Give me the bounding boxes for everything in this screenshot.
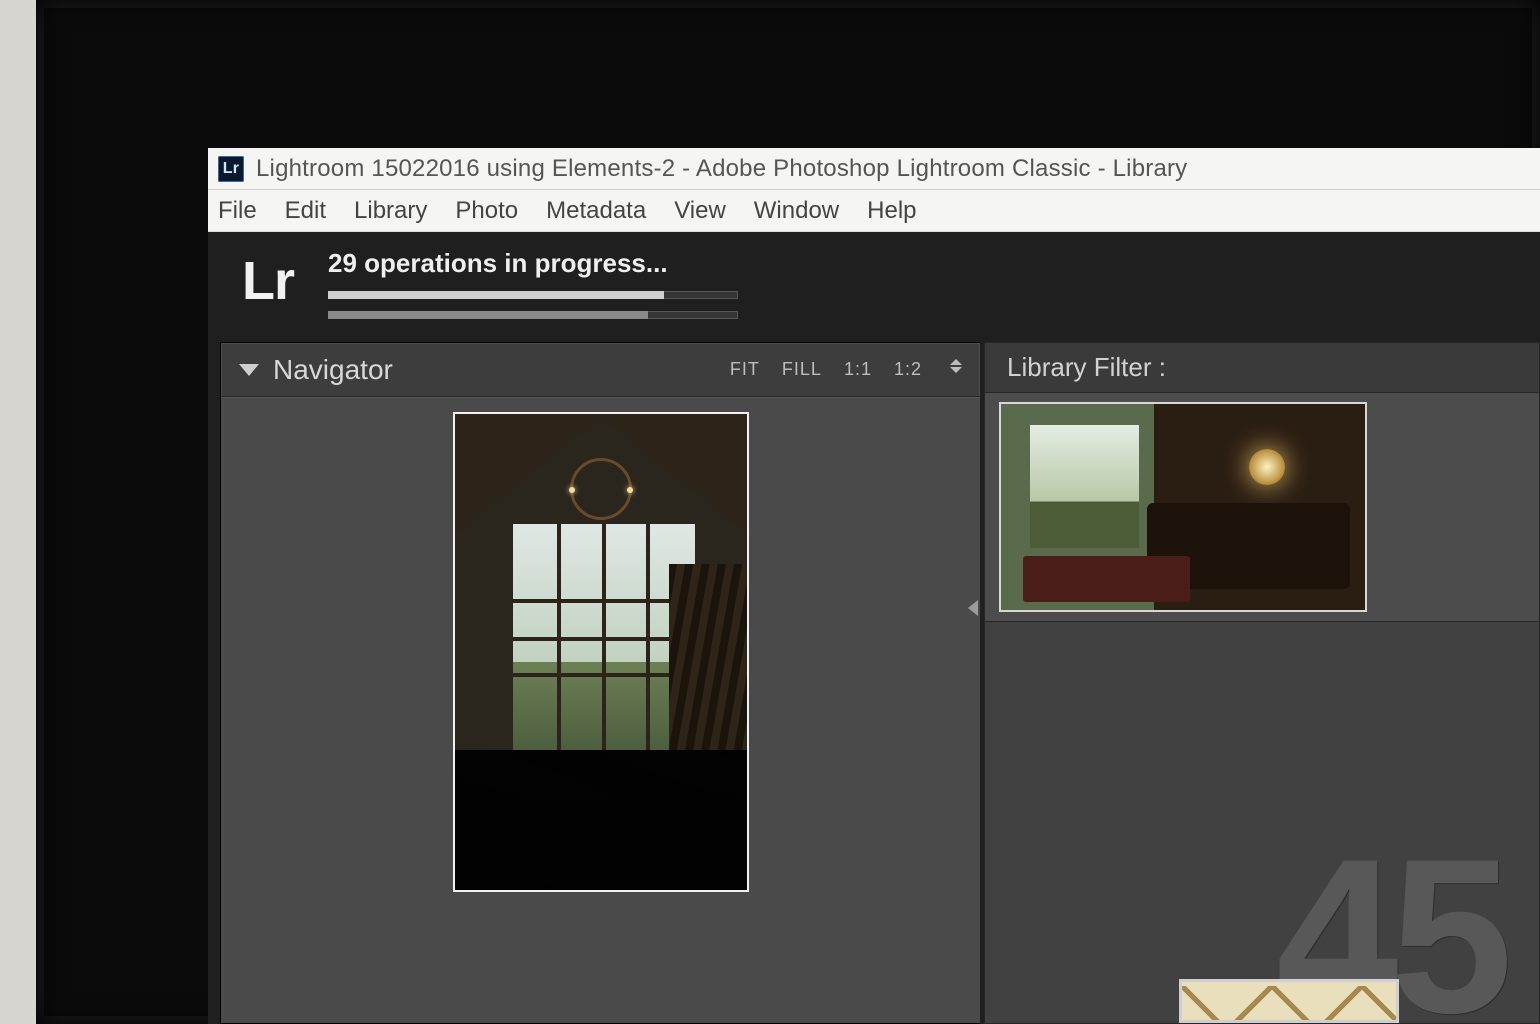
screen-area: Lr Lightroom 15022016 using Elements-2 -… <box>208 148 1540 1024</box>
library-filter-header[interactable]: Library Filter : <box>984 342 1540 392</box>
panel-collapse-left-icon[interactable] <box>966 598 980 618</box>
content-column: Library Filter : 45 <box>984 342 1540 1024</box>
zoom-controls: FIT FILL 1:1 1:2 <box>730 359 962 380</box>
menu-help[interactable]: Help <box>867 197 916 225</box>
progress-area: 29 operations in progress... <box>328 248 738 319</box>
panels-row: Navigator FIT FILL 1:1 1:2 <box>208 338 1540 1024</box>
menu-window[interactable]: Window <box>754 197 839 225</box>
library-filter-body <box>984 392 1540 622</box>
library-filter-title: Library Filter : <box>1007 352 1166 383</box>
app-icon: Lr <box>218 156 244 182</box>
photo-backdrop: Lr Lightroom 15022016 using Elements-2 -… <box>0 0 1540 1024</box>
progress-bar-2 <box>328 311 738 319</box>
grid-view[interactable]: 45 <box>984 622 1540 1024</box>
menu-edit[interactable]: Edit <box>285 197 326 225</box>
menu-library[interactable]: Library <box>354 197 427 225</box>
grid-cell-partial[interactable] <box>1179 979 1399 1023</box>
lightroom-logo: Lr <box>242 246 294 316</box>
zoom-stepper-icon[interactable] <box>950 359 962 380</box>
navigator-panel: Navigator FIT FILL 1:1 1:2 <box>220 342 980 1024</box>
window-title: Lightroom 15022016 using Elements-2 - Ad… <box>256 155 1187 183</box>
progress-label: 29 operations in progress... <box>328 248 738 279</box>
menu-metadata[interactable]: Metadata <box>546 197 646 225</box>
window-titlebar: Lr Lightroom 15022016 using Elements-2 -… <box>208 148 1540 190</box>
app-body: Lr 29 operations in progress... Navigato… <box>208 232 1540 1024</box>
navigator-title: Navigator <box>273 354 393 386</box>
navigator-thumbnail[interactable] <box>453 412 749 892</box>
progress-bar-1 <box>328 291 738 299</box>
zoom-1to1[interactable]: 1:1 <box>844 359 872 380</box>
navigator-header[interactable]: Navigator FIT FILL 1:1 1:2 <box>221 343 980 397</box>
menubar: File Edit Library Photo Metadata View Wi… <box>208 190 1540 232</box>
navigator-body <box>221 397 980 1023</box>
identity-plate: Lr 29 operations in progress... <box>208 232 1540 338</box>
zoom-1to2[interactable]: 1:2 <box>894 359 922 380</box>
menu-photo[interactable]: Photo <box>455 197 518 225</box>
zoom-fill[interactable]: FILL <box>782 359 822 380</box>
menu-view[interactable]: View <box>674 197 726 225</box>
filter-thumbnail[interactable] <box>999 402 1367 612</box>
zoom-fit[interactable]: FIT <box>730 359 760 380</box>
monitor-bezel: Lr Lightroom 15022016 using Elements-2 -… <box>36 0 1540 1024</box>
menu-file[interactable]: File <box>218 197 257 225</box>
triangle-down-icon[interactable] <box>239 364 259 376</box>
